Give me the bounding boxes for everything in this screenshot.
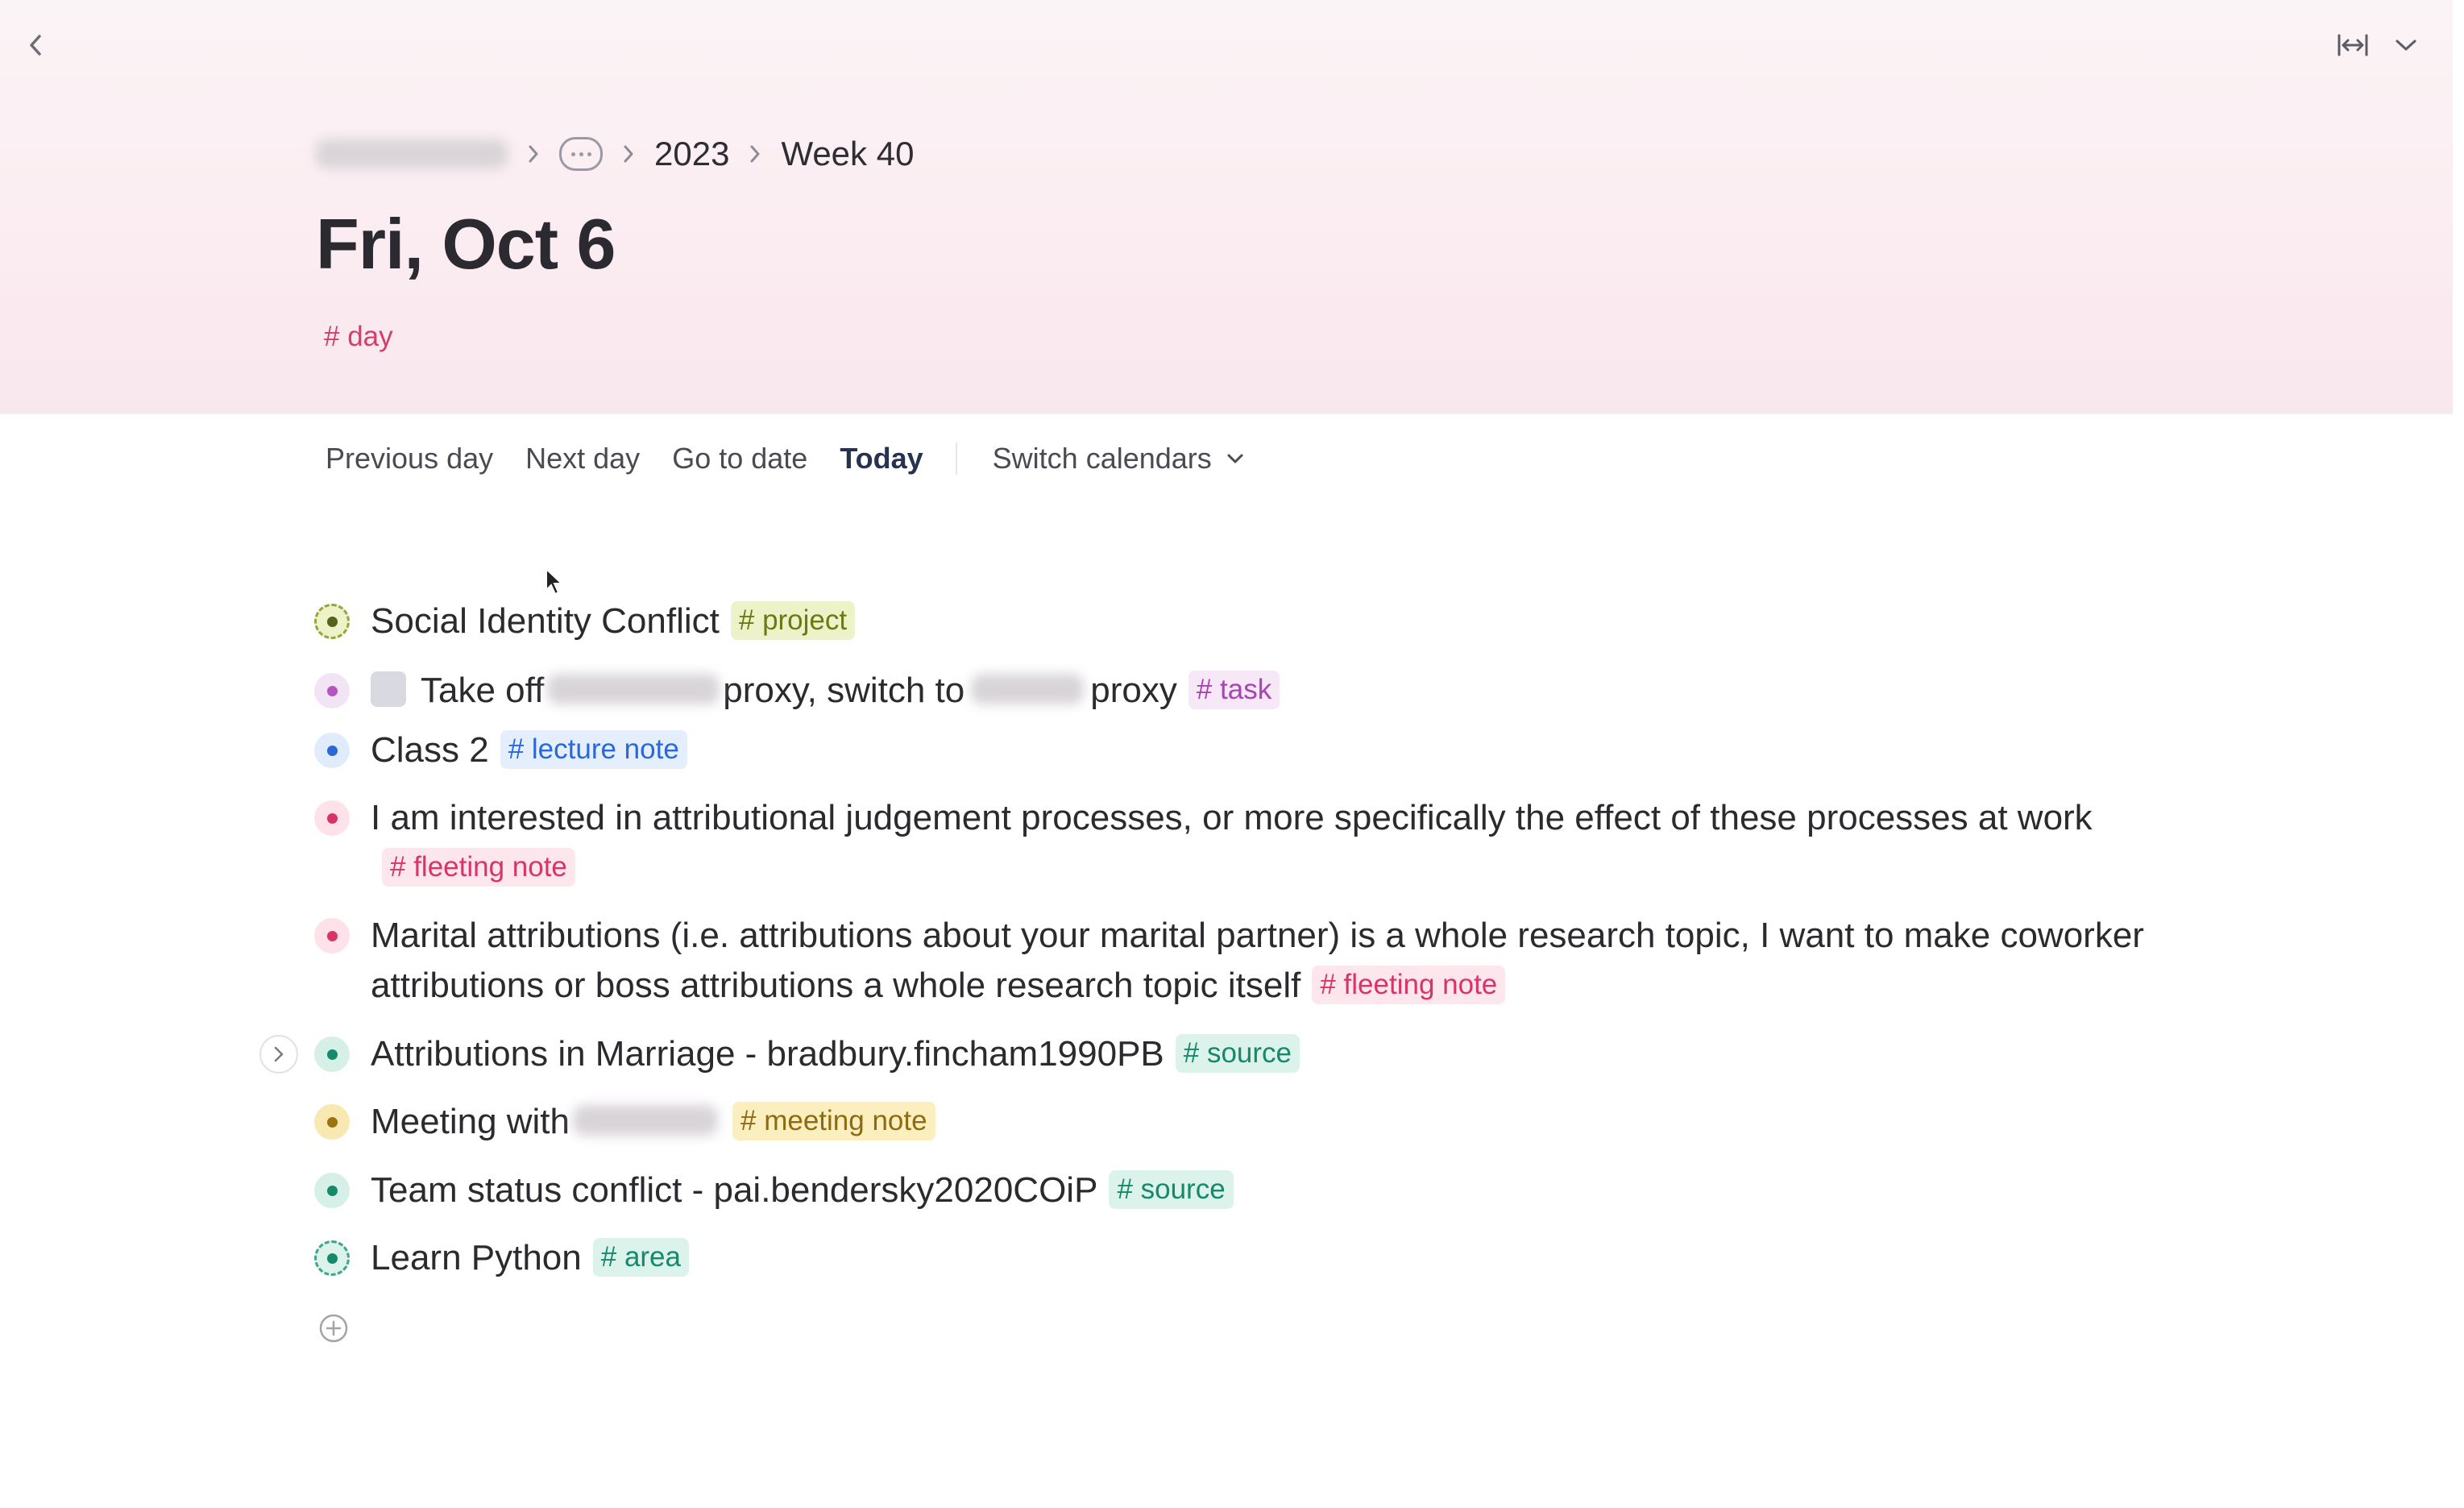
nav-divider: [955, 442, 957, 475]
chevron-right-icon: [622, 143, 635, 164]
fleeting-bullet-icon[interactable]: [314, 918, 350, 953]
full-width-toggle[interactable]: [2337, 29, 2369, 61]
item-title: I am interested in attributional judgeme…: [371, 798, 2093, 837]
window-controls: [2337, 29, 2422, 61]
redacted-text: [971, 674, 1085, 705]
list-item[interactable]: Marital attributions (i.e. attributions …: [314, 911, 2144, 1011]
chevron-down-icon: [2396, 39, 2416, 51]
item-title: Learn Python: [371, 1238, 582, 1277]
item-title: Class 2: [371, 730, 489, 770]
tag-meeting-note[interactable]: # meeting note: [732, 1102, 935, 1141]
chevron-right-icon: [274, 1046, 284, 1062]
page-title: Fri, Oct 6: [316, 204, 616, 284]
redacted-text: [547, 674, 720, 705]
item-text-before: Take off: [421, 671, 545, 710]
list-item-text: Take off proxy, switch to proxy # task: [371, 666, 1280, 716]
list-item-text: Class 2 # lecture note: [371, 725, 687, 775]
meeting-bullet-icon[interactable]: [314, 1104, 350, 1140]
breadcrumb-workspace-redacted[interactable]: [316, 139, 508, 168]
tag-area[interactable]: # area: [592, 1238, 689, 1277]
lecture-bullet-icon[interactable]: [314, 733, 350, 768]
list-item-text: I am interested in attributional judgeme…: [371, 793, 2176, 893]
list-item[interactable]: Class 2 # lecture note: [314, 725, 2135, 775]
fleeting-bullet-icon[interactable]: [314, 800, 350, 836]
list-item[interactable]: Team status conflict - pai.bendersky2020…: [314, 1165, 2135, 1215]
task-checkbox[interactable]: [371, 671, 406, 708]
next-day-button[interactable]: Next day: [525, 442, 640, 476]
redacted-text: [573, 1105, 719, 1136]
list-item[interactable]: Meeting with # meeting note: [314, 1097, 2135, 1147]
expand-width-icon: [2337, 34, 2368, 56]
source-bullet-icon[interactable]: [314, 1036, 350, 1072]
switch-calendars-label: Switch calendars: [992, 442, 1212, 475]
tag-fleeting-note[interactable]: # fleeting note: [382, 848, 575, 887]
add-item-icon[interactable]: [317, 1312, 350, 1344]
list-item[interactable]: Attributions in Marriage - bradbury.finc…: [314, 1029, 2135, 1079]
more-options-dropdown[interactable]: [2390, 29, 2422, 61]
breadcrumb-more-icon[interactable]: [559, 137, 603, 171]
list-item[interactable]: Learn Python # area: [314, 1233, 2135, 1283]
breadcrumb: 2023 Week 40: [316, 131, 914, 177]
list-item-text: Meeting with # meeting note: [371, 1097, 935, 1147]
list-item[interactable]: I am interested in attributional judgeme…: [314, 793, 2135, 893]
item-text-middle: proxy, switch to: [723, 671, 965, 710]
breadcrumb-year[interactable]: 2023: [654, 135, 729, 173]
tag-source[interactable]: # source: [1175, 1034, 1300, 1074]
item-title: Marital attributions (i.e. attributions …: [371, 916, 2144, 1005]
list-item-text: Social Identity Conflict # project: [371, 596, 856, 646]
item-text-after: proxy: [1090, 671, 1177, 710]
go-to-date-button[interactable]: Go to date: [672, 442, 807, 476]
list-item-text: Marital attributions (i.e. attributions …: [371, 911, 2176, 1011]
chevron-right-icon: [527, 143, 540, 164]
project-bullet-icon[interactable]: [314, 604, 350, 639]
tag-fleeting-note[interactable]: # fleeting note: [1312, 966, 1506, 1005]
list-item-text: Team status conflict - pai.bendersky2020…: [371, 1165, 1234, 1215]
previous-day-button[interactable]: Previous day: [326, 442, 493, 476]
today-button[interactable]: Today: [840, 442, 923, 476]
breadcrumb-week[interactable]: Week 40: [781, 135, 914, 173]
chevron-right-icon: [749, 143, 761, 164]
calendar-nav: Previous day Next day Go to date Today S…: [326, 440, 1276, 477]
area-bullet-icon[interactable]: [314, 1240, 350, 1276]
chevron-down-icon: [1227, 454, 1243, 463]
tag-source[interactable]: # source: [1109, 1170, 1234, 1210]
list-item-text: Learn Python # area: [371, 1233, 689, 1283]
list-item[interactable]: Social Identity Conflict # project: [314, 596, 2135, 646]
item-title: Meeting with: [371, 1102, 570, 1141]
tag-task[interactable]: # task: [1188, 671, 1280, 710]
tag-lecture-note[interactable]: # lecture note: [500, 730, 687, 770]
tag-project[interactable]: # project: [730, 601, 856, 641]
back-button[interactable]: [23, 29, 48, 61]
item-title: Team status conflict - pai.bendersky2020…: [371, 1170, 1098, 1210]
source-bullet-icon[interactable]: [314, 1173, 350, 1208]
day-tag[interactable]: # day: [324, 321, 393, 353]
chevron-left-icon: [30, 35, 41, 56]
list-item[interactable]: Take off proxy, switch to proxy # task: [314, 666, 2135, 716]
expand-item-button[interactable]: [259, 1035, 298, 1074]
switch-calendars-button[interactable]: Switch calendars: [993, 442, 1244, 476]
item-title: Attributions in Marriage - bradbury.finc…: [371, 1034, 1164, 1074]
mouse-cursor-icon: [545, 567, 564, 596]
item-title: Social Identity Conflict: [371, 601, 720, 641]
task-bullet-icon[interactable]: [314, 673, 350, 708]
list-item-text: Attributions in Marriage - bradbury.finc…: [371, 1029, 1300, 1079]
